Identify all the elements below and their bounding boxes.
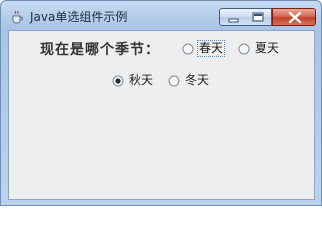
radio-spring-label: 春天 [196,40,226,57]
close-button[interactable] [272,8,316,26]
java-coffee-cup-icon [10,9,24,24]
season-question-label: 现在是哪个季节： [40,42,160,58]
radio-winter-label: 冬天 [185,73,210,87]
content-panel: 现在是哪个季节： 春天 夏天 秋天 冬天 [8,30,315,200]
radio-summer-label: 夏天 [255,41,280,55]
title-bar[interactable]: Java单选组件示例 [1,1,321,29]
minimize-icon [228,18,239,23]
app-window: Java单选组件示例 现在是哪个季节： 春天 夏天 秋天 冬天 [0,0,322,206]
radio-autumn-label: 秋天 [129,73,154,87]
radio-unchecked-icon [238,43,250,55]
maximize-icon [252,12,264,22]
close-icon [288,11,302,24]
radio-unchecked-icon [182,43,194,55]
minimize-button[interactable] [219,8,246,26]
radio-unchecked-icon [168,75,180,87]
radio-checked-icon [112,75,124,87]
maximize-button[interactable] [245,8,272,26]
window-title: Java单选组件示例 [30,10,128,24]
